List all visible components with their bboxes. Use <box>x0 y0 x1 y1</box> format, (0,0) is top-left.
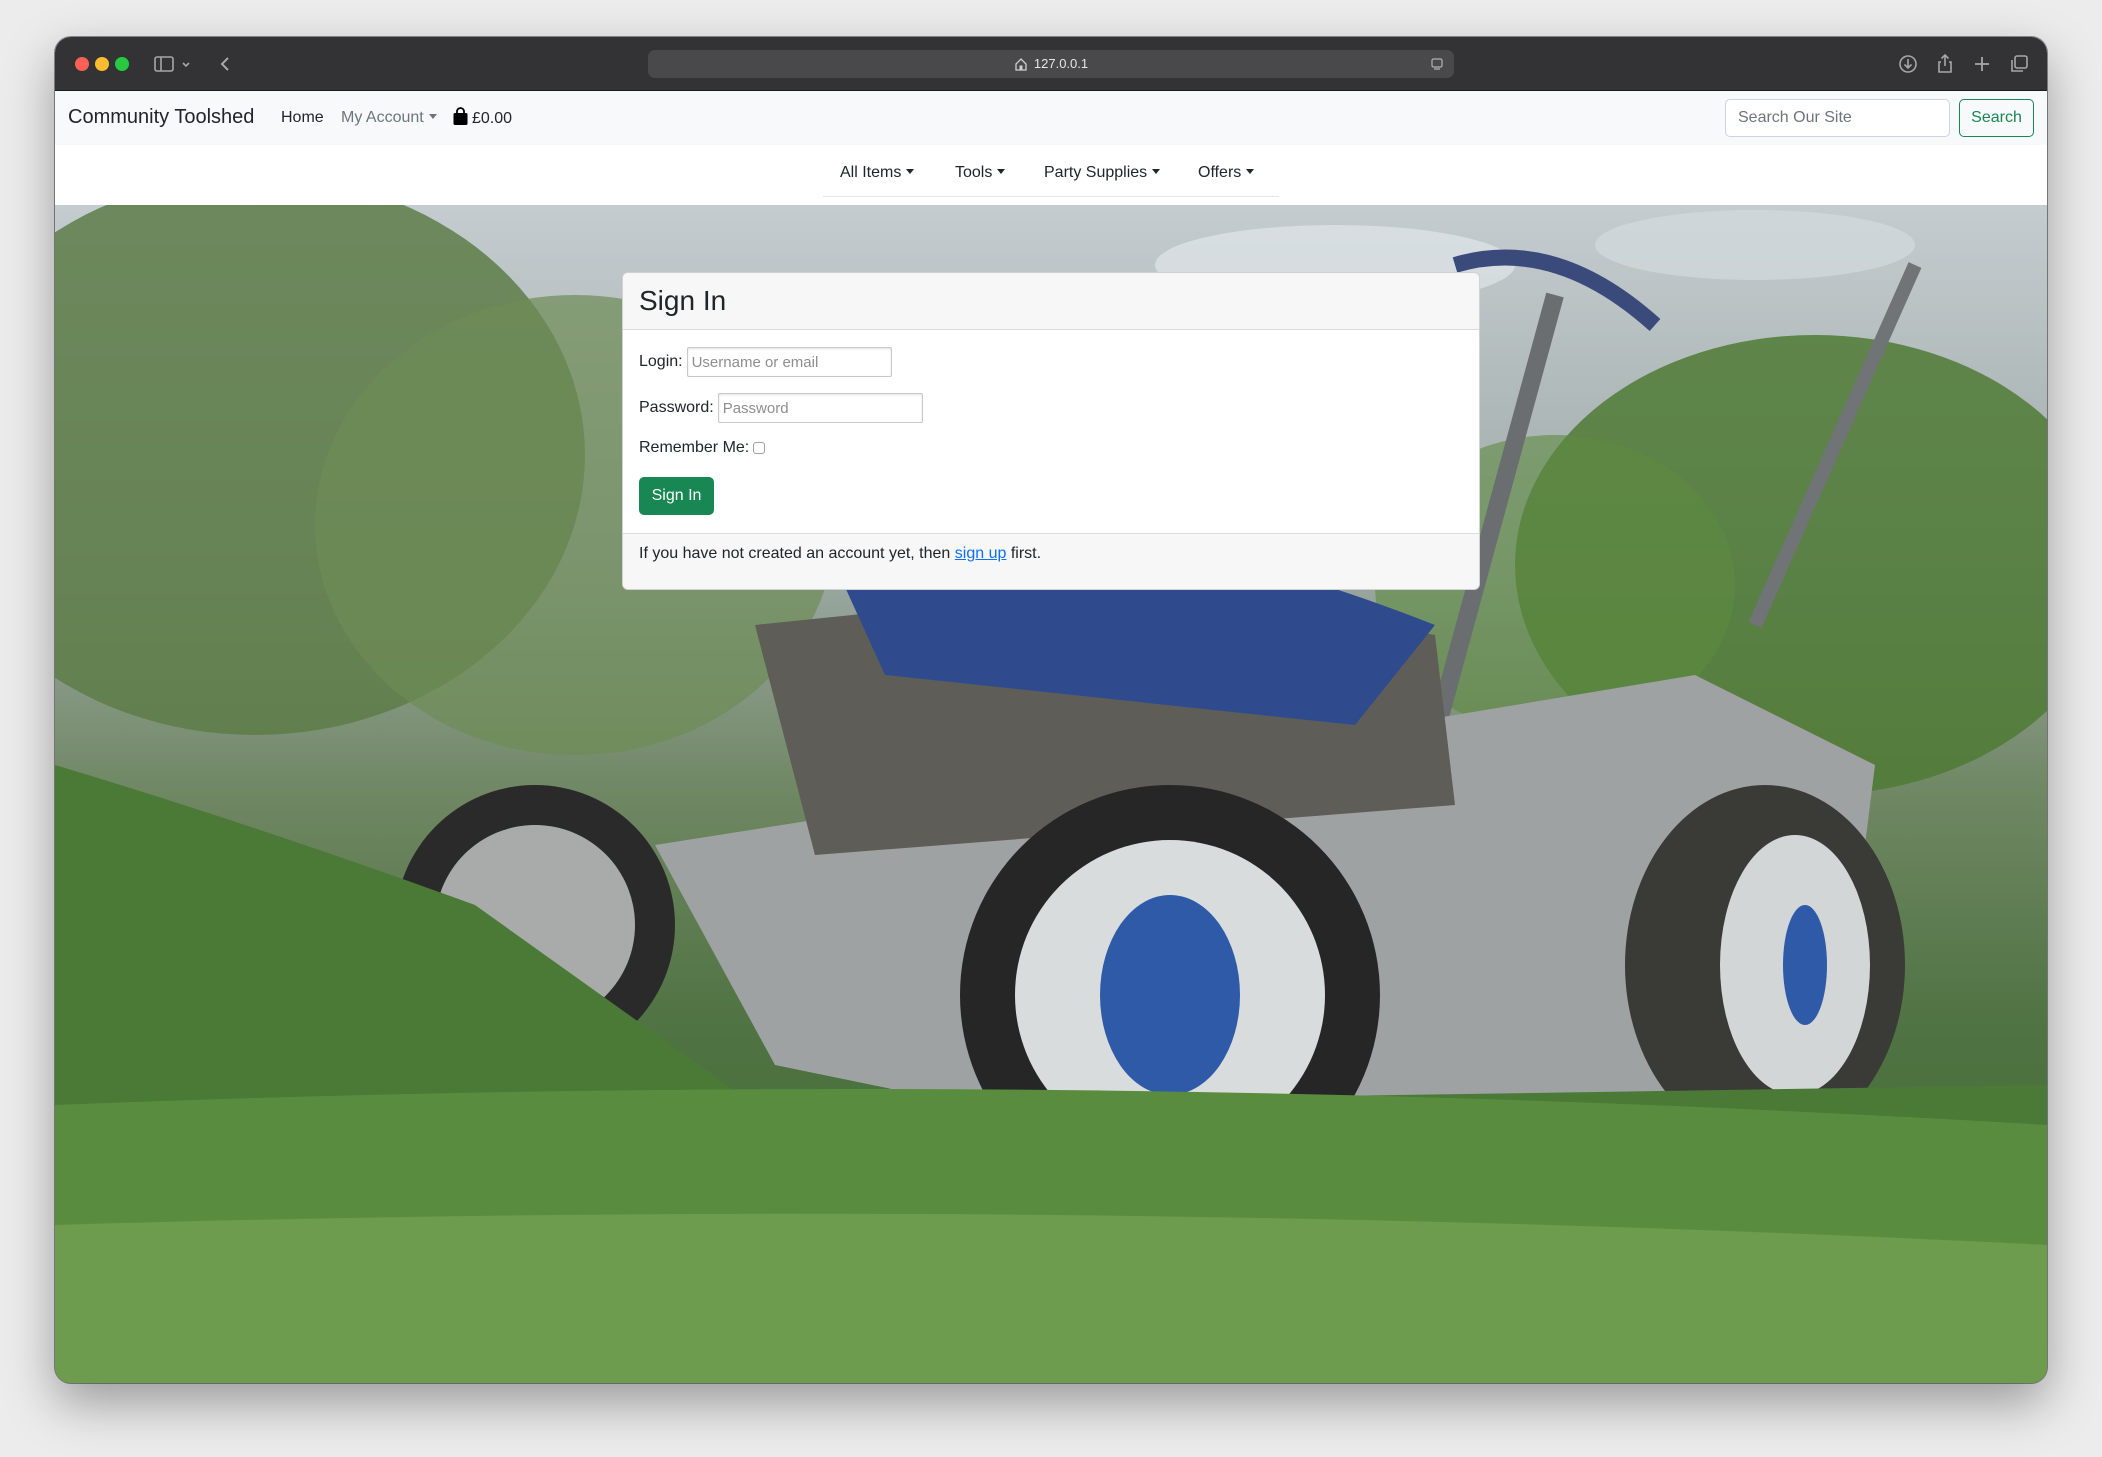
back-icon[interactable] <box>213 51 239 77</box>
maximize-window-button[interactable] <box>115 57 129 71</box>
category-tools-dropdown[interactable]: Tools <box>955 164 1006 182</box>
chevron-down-icon[interactable] <box>179 51 193 77</box>
login-label: Login: <box>639 353 683 371</box>
password-row: Password: <box>639 393 923 423</box>
share-icon[interactable] <box>1932 51 1958 77</box>
search-button[interactable]: Search <box>1959 99 2034 137</box>
password-input[interactable] <box>717 393 923 423</box>
site-search-input[interactable] <box>1725 99 1950 137</box>
cart-link[interactable]: £0.00 <box>452 107 512 128</box>
cart-total: £0.00 <box>472 110 513 127</box>
sign-in-card: Sign In Login: Password: Remember Me: Si… <box>622 272 1480 590</box>
url-text: 127.0.0.1 <box>1033 56 1089 71</box>
category-label: Party Supplies <box>1044 164 1148 181</box>
category-nav-list: All Items Tools Party Supplies Offers <box>823 145 1279 197</box>
remember-me-row: Remember Me: <box>639 439 766 457</box>
sign-up-link[interactable]: sign up <box>955 545 1007 562</box>
reader-icon[interactable] <box>1430 57 1444 71</box>
tab-overview-icon[interactable] <box>2006 51 2032 77</box>
sign-up-prompt-suffix: first. <box>1010 545 1042 562</box>
caret-down-icon <box>1152 169 1161 174</box>
category-label: All Items <box>840 164 902 181</box>
caret-down-icon <box>906 169 915 174</box>
shopping-bag-icon <box>453 107 468 125</box>
hero-background-image: Sign In Login: Password: Remember Me: Si… <box>55 205 2047 1383</box>
web-page: Community Toolshed Home My Account £0.00… <box>55 91 2047 1383</box>
category-navbar: All Items Tools Party Supplies Offers <box>55 145 2047 205</box>
sign-up-prompt: If you have not created an account yet, … <box>623 533 1479 589</box>
nav-my-account-dropdown[interactable]: My Account <box>341 109 437 127</box>
my-account-label: My Account <box>341 109 424 126</box>
caret-down-icon <box>997 169 1006 174</box>
download-icon[interactable] <box>1895 51 1921 77</box>
category-all-items-dropdown[interactable]: All Items <box>840 164 915 182</box>
brand-link[interactable]: Community Toolshed <box>68 106 254 129</box>
sign-in-title: Sign In <box>623 273 1479 330</box>
category-offers-dropdown[interactable]: Offers <box>1198 164 1255 182</box>
category-label: Offers <box>1198 164 1242 181</box>
sign-in-button[interactable]: Sign In <box>639 477 714 515</box>
minimize-window-button[interactable] <box>95 57 109 71</box>
login-input[interactable] <box>686 347 892 377</box>
sidebar-icon[interactable] <box>151 51 177 77</box>
nav-home-link[interactable]: Home <box>281 109 324 127</box>
caret-down-icon <box>428 114 437 119</box>
sign-up-prompt-prefix: If you have not created an account yet, … <box>639 545 951 562</box>
sign-in-form: Login: Password: Remember Me: Sign In <box>623 330 1479 533</box>
login-row: Login: <box>639 347 892 377</box>
password-label: Password: <box>639 399 714 417</box>
address-bar[interactable]: 127.0.0.1 <box>648 50 1454 78</box>
site-icon <box>1015 58 1027 71</box>
remember-me-label: Remember Me: <box>639 439 750 456</box>
close-window-button[interactable] <box>75 57 89 71</box>
caret-down-icon <box>1246 169 1255 174</box>
remember-me-checkbox[interactable] <box>753 442 766 454</box>
new-tab-icon[interactable] <box>1969 51 1995 77</box>
browser-toolbar: 127.0.0.1 <box>55 37 2047 91</box>
top-navbar: Community Toolshed Home My Account £0.00… <box>55 91 2047 145</box>
browser-window: 127.0.0.1 Community Toolshed Home My Acc… <box>55 37 2047 1383</box>
category-label: Tools <box>955 164 993 181</box>
category-party-supplies-dropdown[interactable]: Party Supplies <box>1044 164 1161 182</box>
